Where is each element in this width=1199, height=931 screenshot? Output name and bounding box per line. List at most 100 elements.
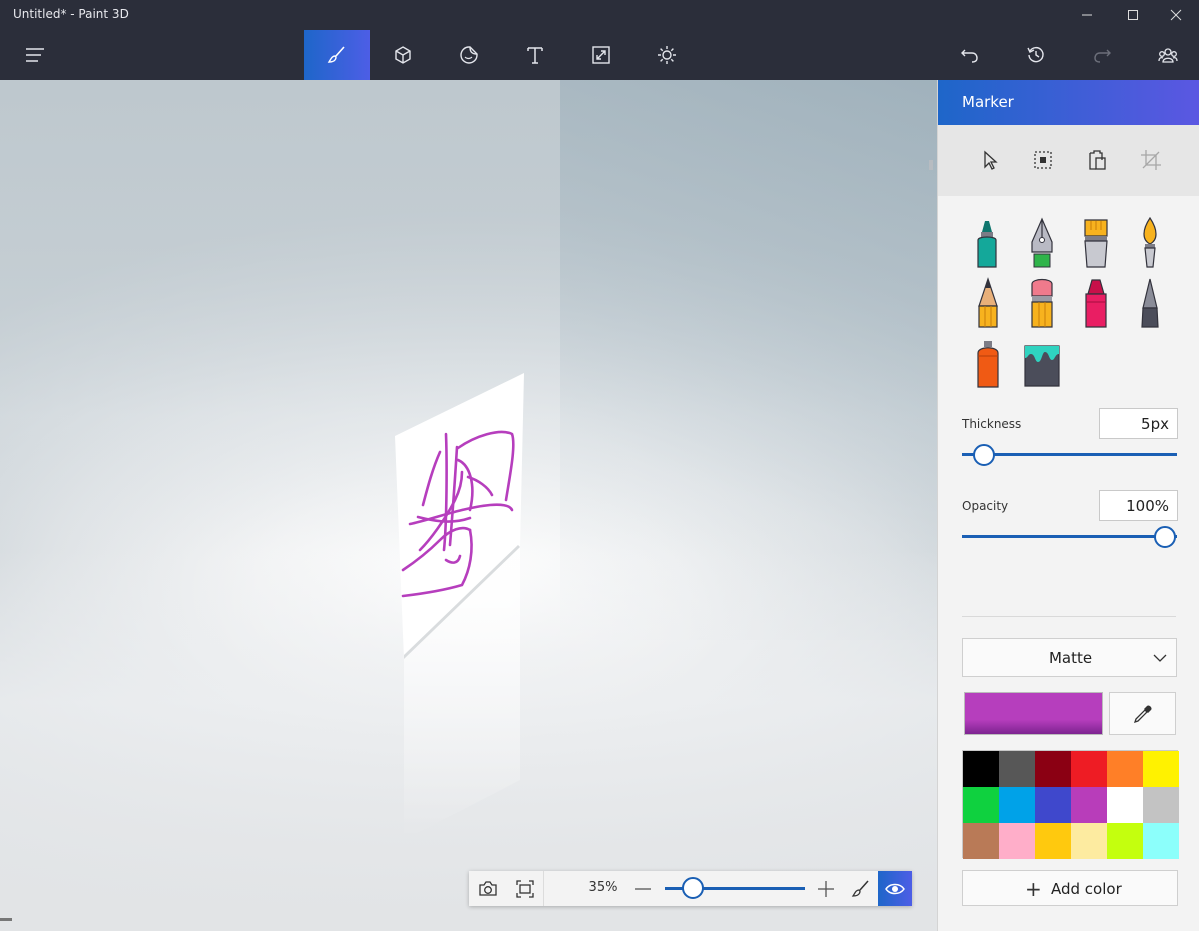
camera-icon xyxy=(479,881,497,896)
oil-brush-icon xyxy=(1084,219,1108,268)
marker-brush[interactable] xyxy=(968,216,1008,270)
color-swatch[interactable] xyxy=(999,787,1035,823)
pixel-pen-brush[interactable] xyxy=(1130,276,1170,330)
add-color-button[interactable]: + Add color xyxy=(962,870,1178,906)
color-swatch[interactable] xyxy=(1107,823,1143,859)
thickness-slider-thumb[interactable] xyxy=(972,444,995,466)
add-color-label: Add color xyxy=(1051,880,1122,898)
paste-icon[interactable] xyxy=(1085,148,1109,172)
text-icon xyxy=(527,47,543,64)
brush-panel: Marker Thickness 5px Opacity 100% Matte … xyxy=(937,80,1199,931)
sticker-icon xyxy=(460,46,478,64)
zoom-in-icon[interactable] xyxy=(816,879,836,899)
crayon-icon xyxy=(1085,279,1107,328)
hamburger-menu-icon xyxy=(26,48,44,62)
finish-selected-value: Matte xyxy=(1048,649,1093,667)
sun-icon xyxy=(658,46,676,64)
thickness-label: Thickness xyxy=(962,417,1022,431)
color-swatch[interactable] xyxy=(1071,823,1107,859)
viewbar-divider xyxy=(543,871,544,906)
watercolor-icon xyxy=(1143,216,1157,268)
color-swatch[interactable] xyxy=(1071,787,1107,823)
text-tab[interactable] xyxy=(502,30,568,80)
crayon-brush[interactable] xyxy=(1076,276,1116,330)
eraser-brush[interactable] xyxy=(1022,276,1062,330)
color-swatch[interactable] xyxy=(963,787,999,823)
canvas-tab[interactable] xyxy=(568,30,634,80)
color-swatch[interactable] xyxy=(1143,751,1179,787)
select-icon[interactable] xyxy=(1031,148,1055,172)
oil-brush[interactable] xyxy=(1076,216,1116,270)
eyedropper-button[interactable] xyxy=(1109,692,1176,735)
pencil-brush[interactable] xyxy=(968,276,1008,330)
capture-button[interactable] xyxy=(469,871,507,906)
view-controls-bar xyxy=(469,871,912,906)
pointer-icon[interactable] xyxy=(978,148,1002,172)
crop-icon xyxy=(1141,150,1161,170)
remix-community-button[interactable] xyxy=(1135,30,1199,80)
color-swatch[interactable] xyxy=(1107,751,1143,787)
zoom-percentage: 35% xyxy=(588,880,618,895)
opacity-slider-track[interactable] xyxy=(962,535,1177,538)
brush-icon xyxy=(851,880,869,897)
fill-brush[interactable] xyxy=(1022,340,1062,390)
opacity-slider-thumb[interactable] xyxy=(1154,526,1176,548)
spray-can-brush[interactable] xyxy=(968,338,1008,392)
3d-canvas[interactable] xyxy=(0,80,937,931)
color-swatch[interactable] xyxy=(1143,787,1179,823)
finish-dropdown[interactable]: Matte xyxy=(962,638,1177,677)
title-bar: Untitled* - Paint 3D xyxy=(0,0,1199,30)
watercolor-brush[interactable] xyxy=(1130,216,1170,270)
maximize-button[interactable] xyxy=(1110,0,1156,30)
panel-header: Marker xyxy=(938,80,1199,125)
minimize-button[interactable] xyxy=(1064,0,1110,30)
redo-button[interactable] xyxy=(1069,30,1135,80)
calligraphy-pen-icon xyxy=(1031,217,1053,268)
color-swatch[interactable] xyxy=(999,751,1035,787)
paint3d-window: Untitled* - Paint 3D 35% Marker Thicknes… xyxy=(0,0,1199,931)
undo-button[interactable] xyxy=(937,30,1003,80)
color-swatch[interactable] xyxy=(963,751,999,787)
current-color-swatch[interactable] xyxy=(964,692,1103,735)
color-swatch[interactable] xyxy=(1107,787,1143,823)
menu-button[interactable] xyxy=(2,30,68,80)
color-swatch[interactable] xyxy=(1035,787,1071,823)
chevron-down-icon xyxy=(1153,654,1167,662)
color-palette xyxy=(962,750,1179,859)
view-3d-button[interactable] xyxy=(878,871,912,906)
fill-bucket-icon xyxy=(1024,345,1060,387)
close-button[interactable] xyxy=(1153,0,1199,30)
history-button[interactable] xyxy=(1003,30,1069,80)
thickness-input[interactable]: 5px xyxy=(1099,408,1178,439)
drawing-layer xyxy=(395,373,524,840)
minimize-icon xyxy=(1082,14,1092,16)
paint-mode-button[interactable] xyxy=(842,871,880,906)
history-icon xyxy=(1027,46,1044,63)
color-swatch[interactable] xyxy=(1071,751,1107,787)
community-icon xyxy=(1158,48,1178,63)
color-swatch[interactable] xyxy=(1035,751,1071,787)
effects-tab[interactable] xyxy=(634,30,700,80)
stickers-tab[interactable] xyxy=(436,30,502,80)
main-toolbar xyxy=(0,30,1199,80)
color-swatch[interactable] xyxy=(963,823,999,859)
plus-icon: + xyxy=(1025,877,1042,901)
color-swatch[interactable] xyxy=(1035,823,1071,859)
pixel-pen-icon xyxy=(1141,278,1159,328)
zoom-out-icon[interactable] xyxy=(633,879,653,899)
color-swatch[interactable] xyxy=(1143,823,1179,859)
close-icon xyxy=(1170,9,1182,21)
horizontal-scrollbar[interactable] xyxy=(0,918,12,921)
3d-shapes-tab[interactable] xyxy=(370,30,436,80)
fit-to-screen-button[interactable] xyxy=(506,871,544,906)
zoom-slider-thumb[interactable] xyxy=(682,877,704,899)
calligraphy-pen-brush[interactable] xyxy=(1022,216,1062,270)
canvas-resize-icon xyxy=(592,46,610,64)
vertical-scrollbar[interactable] xyxy=(929,160,933,170)
brushes-tab[interactable] xyxy=(304,30,370,80)
panel-divider xyxy=(962,616,1176,617)
spray-can-icon xyxy=(977,341,999,388)
redo-icon xyxy=(1094,49,1111,63)
opacity-input[interactable]: 100% xyxy=(1099,490,1178,521)
color-swatch[interactable] xyxy=(999,823,1035,859)
